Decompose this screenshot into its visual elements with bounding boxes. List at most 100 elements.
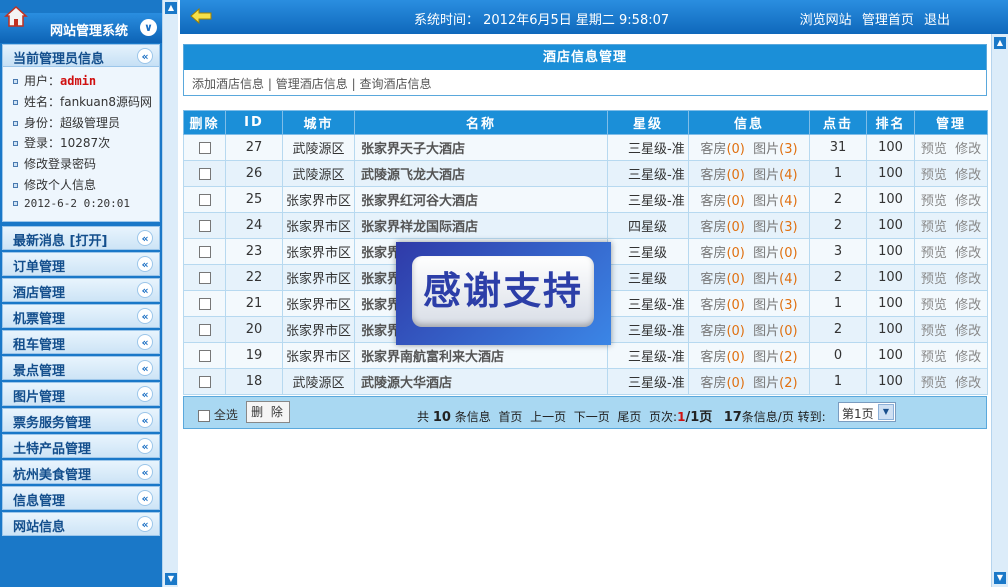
menu-images[interactable]: 图片管理 «	[2, 382, 160, 406]
row-name[interactable]: 武陵源飞龙大酒店	[354, 160, 608, 187]
row-checkbox[interactable]	[198, 375, 211, 388]
collapse-left-icon[interactable]: «	[137, 308, 153, 324]
photos-link[interactable]: 图片	[753, 272, 779, 287]
row-checkbox[interactable]	[198, 167, 211, 180]
photos-link[interactable]: 图片	[753, 376, 779, 391]
edit-link[interactable]: 修改	[955, 272, 981, 287]
admin-info-title[interactable]: 当前管理员信息 «	[3, 45, 159, 67]
collapse-toggle-icon[interactable]: ∨	[140, 19, 157, 36]
menu-hotels[interactable]: 酒店管理 «	[2, 278, 160, 302]
rooms-link[interactable]: 客房	[700, 168, 726, 183]
preview-link[interactable]: 预览	[921, 168, 947, 183]
edit-link[interactable]: 修改	[955, 350, 981, 365]
preview-link[interactable]: 预览	[921, 246, 947, 261]
rooms-link[interactable]: 客房	[700, 220, 726, 235]
menu-attractions[interactable]: 景点管理 «	[2, 356, 160, 380]
photos-link[interactable]: 图片	[753, 246, 779, 261]
add-hotel-link[interactable]: 添加酒店信息	[192, 77, 264, 91]
preview-link[interactable]: 预览	[921, 298, 947, 313]
photos-link[interactable]: 图片	[753, 142, 779, 157]
collapse-left-icon[interactable]: «	[137, 334, 153, 350]
sidebar-scrollbar[interactable]: ▲ ▼	[162, 0, 178, 587]
row-checkbox[interactable]	[198, 219, 211, 232]
menu-ticket-service[interactable]: 票务服务管理 «	[2, 408, 160, 432]
rooms-link[interactable]: 客房	[700, 272, 726, 287]
collapse-left-icon[interactable]: «	[137, 230, 153, 246]
row-checkbox[interactable]	[198, 271, 211, 284]
collapse-left-icon[interactable]: «	[137, 256, 153, 272]
photos-link[interactable]: 图片	[753, 350, 779, 365]
preview-link[interactable]: 预览	[921, 220, 947, 235]
menu-orders[interactable]: 订单管理 «	[2, 252, 160, 276]
select-all-checkbox[interactable]	[198, 409, 210, 422]
select-all[interactable]: 全选	[198, 406, 238, 423]
menu-site-info[interactable]: 网站信息 «	[2, 512, 160, 536]
edit-profile-link[interactable]: 修改个人信息	[13, 176, 159, 197]
scroll-down-icon[interactable]: ▼	[165, 573, 177, 585]
rooms-link[interactable]: 客房	[700, 142, 726, 157]
photos-link[interactable]: 图片	[753, 220, 779, 235]
preview-link[interactable]: 预览	[921, 194, 947, 209]
rooms-link[interactable]: 客房	[700, 194, 726, 209]
collapse-left-icon[interactable]: «	[137, 438, 153, 454]
rooms-link[interactable]: 客房	[700, 246, 726, 261]
collapse-left-icon[interactable]: «	[137, 516, 153, 532]
rooms-link[interactable]: 客房	[700, 324, 726, 339]
chevron-down-icon[interactable]: ▼	[878, 404, 894, 420]
menu-car-rental[interactable]: 租车管理 «	[2, 330, 160, 354]
row-name[interactable]: 张家界红河谷大酒店	[354, 186, 608, 213]
pager-prev[interactable]: 上一页	[530, 410, 566, 424]
row-name[interactable]: 张家界祥龙国际酒店	[354, 212, 608, 239]
menu-flights[interactable]: 机票管理 «	[2, 304, 160, 328]
change-password-link[interactable]: 修改登录密码	[13, 155, 159, 176]
rooms-link[interactable]: 客房	[700, 298, 726, 313]
edit-link[interactable]: 修改	[955, 142, 981, 157]
row-checkbox[interactable]	[198, 141, 211, 154]
admin-home-link[interactable]: 管理首页	[862, 13, 914, 28]
delete-button[interactable]: 删 除	[246, 401, 290, 423]
pager-first[interactable]: 首页	[498, 410, 522, 424]
menu-local-products[interactable]: 土特产品管理 «	[2, 434, 160, 458]
photos-link[interactable]: 图片	[753, 324, 779, 339]
row-name[interactable]: 张家界天子大酒店	[354, 134, 608, 161]
photos-link[interactable]: 图片	[753, 168, 779, 183]
collapse-left-icon[interactable]: «	[137, 282, 153, 298]
query-hotel-link[interactable]: 查询酒店信息	[359, 77, 431, 91]
manage-hotel-link[interactable]: 管理酒店信息	[276, 77, 348, 91]
scroll-down-icon[interactable]: ▼	[994, 572, 1006, 584]
menu-info[interactable]: 信息管理 «	[2, 486, 160, 510]
rooms-link[interactable]: 客房	[700, 376, 726, 391]
edit-link[interactable]: 修改	[955, 298, 981, 313]
preview-link[interactable]: 预览	[921, 350, 947, 365]
collapse-left-icon[interactable]: «	[137, 490, 153, 506]
photos-link[interactable]: 图片	[753, 194, 779, 209]
row-checkbox[interactable]	[198, 193, 211, 206]
edit-link[interactable]: 修改	[955, 220, 981, 235]
row-name[interactable]: 张家界南航富利来大酒店	[354, 342, 608, 369]
row-checkbox[interactable]	[198, 245, 211, 258]
collapse-left-icon[interactable]: «	[137, 464, 153, 480]
row-name[interactable]: 武陵源大华酒店	[354, 368, 608, 395]
pager-next[interactable]: 下一页	[574, 410, 610, 424]
preview-link[interactable]: 预览	[921, 376, 947, 391]
scroll-up-icon[interactable]: ▲	[994, 37, 1006, 49]
edit-link[interactable]: 修改	[955, 246, 981, 261]
preview-link[interactable]: 预览	[921, 142, 947, 157]
preview-link[interactable]: 预览	[921, 324, 947, 339]
back-arrow-icon[interactable]	[190, 8, 212, 24]
collapse-left-icon[interactable]: «	[137, 360, 153, 376]
preview-link[interactable]: 预览	[921, 272, 947, 287]
browse-site-link[interactable]: 浏览网站	[800, 13, 852, 28]
menu-hangzhou-food[interactable]: 杭州美食管理 «	[2, 460, 160, 484]
rooms-link[interactable]: 客房	[700, 350, 726, 365]
collapse-left-icon[interactable]: «	[137, 48, 153, 64]
logout-link[interactable]: 退出	[924, 13, 950, 28]
collapse-left-icon[interactable]: «	[137, 386, 153, 402]
collapse-left-icon[interactable]: «	[137, 412, 153, 428]
row-checkbox[interactable]	[198, 323, 211, 336]
edit-link[interactable]: 修改	[955, 324, 981, 339]
edit-link[interactable]: 修改	[955, 168, 981, 183]
main-scrollbar[interactable]: ▲ ▼	[991, 34, 1008, 587]
menu-latest-news[interactable]: 最新消息 [打开] «	[2, 226, 160, 250]
page-select[interactable]: 第1页 ▼	[838, 402, 896, 422]
